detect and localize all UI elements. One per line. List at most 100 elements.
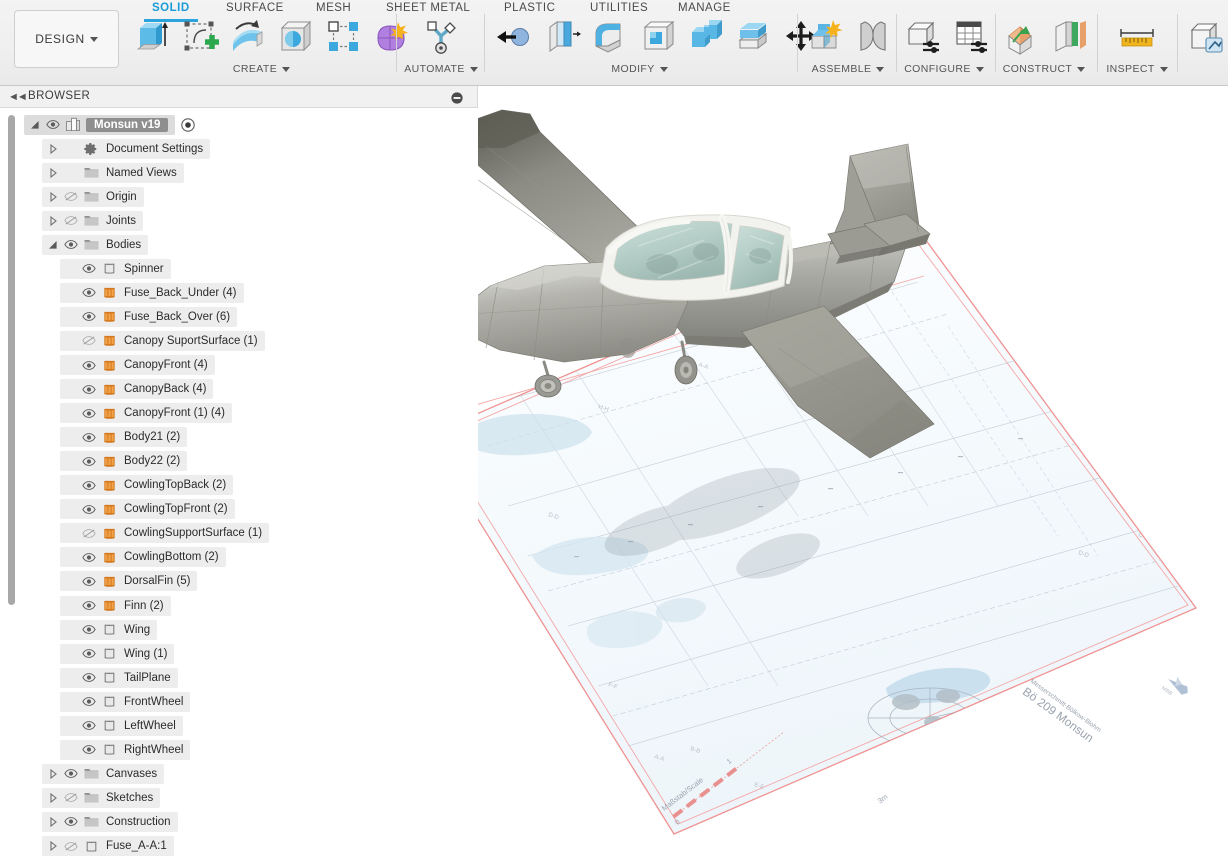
eye-visible-icon[interactable]	[79, 355, 99, 375]
tree-item-fuse-back-over-6[interactable]: Fuse_Back_Over (6)	[60, 306, 238, 327]
chevron-right-icon[interactable]	[45, 836, 61, 856]
eye-visible-icon[interactable]	[79, 307, 99, 327]
minimize-icon[interactable]	[451, 91, 463, 104]
tree-item-row[interactable]: LeftWheel	[60, 715, 183, 736]
eye-visible-icon[interactable]	[61, 812, 81, 832]
tree-item-row[interactable]: Body21 (2)	[60, 427, 188, 448]
workspace-switcher[interactable]: DESIGN	[14, 10, 119, 68]
chevron-down-icon[interactable]	[27, 115, 43, 135]
fillet-icon[interactable]	[588, 16, 632, 60]
eye-visible-icon[interactable]	[79, 379, 99, 399]
tree-item-row[interactable]: Sketches	[42, 787, 161, 808]
eye-hidden-icon[interactable]	[61, 187, 81, 207]
group-title-modify[interactable]: MODIFY	[492, 63, 787, 75]
activate-component-radio[interactable]	[181, 117, 196, 132]
eye-visible-icon[interactable]	[79, 692, 99, 712]
tree-item-row[interactable]: CowlingBottom (2)	[60, 547, 226, 568]
tree-item-row[interactable]: Canvases	[42, 763, 165, 784]
3d-viewport[interactable]: A-A B-B C-C D-D E-E F-F G H-H A-A B-B E-…	[478, 86, 1228, 867]
press-pull-icon[interactable]	[492, 16, 536, 60]
browser-tree[interactable]: Monsun v19 Document Settings Named Views Or…	[0, 110, 478, 867]
tree-item-row[interactable]: CanopyBack (4)	[60, 379, 214, 400]
eye-visible-icon[interactable]	[79, 475, 99, 495]
tree-item-row[interactable]: RightWheel	[60, 739, 191, 760]
chevron-right-icon[interactable]	[45, 211, 61, 231]
empennage[interactable]	[827, 143, 931, 264]
tree-item-row[interactable]: CanopyFront (4)	[60, 355, 215, 375]
tree-item-canopyfront-1-4[interactable]: CanopyFront (1) (4)	[60, 403, 232, 424]
collapse-arrows-icon[interactable]: ◄◄	[8, 91, 28, 103]
browser-scrollbar[interactable]	[8, 115, 15, 605]
tree-item-row[interactable]: Spinner	[60, 258, 171, 279]
configuration-icon[interactable]	[901, 16, 945, 60]
tree-item-monsun-v19[interactable]: Monsun v19	[24, 114, 196, 135]
chevron-right-icon[interactable]	[45, 139, 61, 159]
eye-visible-icon[interactable]	[79, 716, 99, 736]
offset-face-icon[interactable]	[540, 16, 584, 60]
tree-item-row[interactable]: CowlingTopFront (2)	[60, 499, 235, 520]
hole-icon[interactable]	[274, 16, 318, 60]
tree-item-canvases[interactable]: Canvases	[42, 763, 165, 784]
eye-visible-icon[interactable]	[79, 499, 99, 519]
tree-item-row[interactable]: Canopy SuportSurface (1)	[60, 330, 265, 351]
create-sketch-icon[interactable]	[178, 16, 222, 60]
split-face-icon[interactable]	[732, 16, 776, 60]
tab-plastic[interactable]: PLASTIC	[504, 2, 555, 14]
tree-item-row[interactable]: Bodies	[42, 234, 149, 255]
tree-item-row[interactable]: Finn (2)	[60, 595, 171, 616]
group-title-configure[interactable]: CONFIGURE	[901, 63, 987, 75]
extrude-icon[interactable]	[130, 16, 174, 60]
tree-item-finn-2[interactable]: Finn (2)	[60, 595, 171, 616]
tab-sheet-metal[interactable]: SHEET METAL	[386, 2, 470, 14]
tree-item-row[interactable]: CowlingTopBack (2)	[60, 475, 234, 496]
tree-item-row[interactable]: Wing (1)	[60, 643, 175, 664]
chevron-right-icon[interactable]	[45, 163, 61, 183]
eye-hidden-icon[interactable]	[79, 331, 99, 351]
right-wheel[interactable]	[674, 355, 698, 385]
eye-visible-icon[interactable]	[79, 283, 99, 303]
tree-item-row[interactable]: Joints	[42, 210, 144, 231]
eye-visible-icon[interactable]	[79, 259, 99, 279]
left-wheel[interactable]	[620, 338, 636, 358]
tree-item-row[interactable]: Origin	[42, 186, 144, 207]
tree-item-document-settings[interactable]: Document Settings	[42, 138, 211, 159]
tree-item-frontwheel[interactable]: FrontWheel	[60, 691, 191, 712]
tree-item-row[interactable]: DorsalFin (5)	[60, 571, 198, 592]
eye-visible-icon[interactable]	[79, 427, 99, 447]
eye-visible-icon[interactable]	[79, 403, 99, 423]
tree-item-canopyback-4[interactable]: CanopyBack (4)	[60, 379, 214, 400]
eye-visible-icon[interactable]	[79, 740, 99, 760]
revolve-icon[interactable]	[226, 16, 270, 60]
tree-item-row[interactable]: Fuse_Back_Under (4)	[60, 282, 244, 303]
eye-visible-icon[interactable]	[79, 571, 99, 591]
group-title-assemble[interactable]: ASSEMBLE	[803, 63, 893, 75]
tree-item-sketches[interactable]: Sketches	[42, 787, 161, 808]
chevron-right-icon[interactable]	[45, 812, 61, 832]
measure-icon[interactable]	[1115, 16, 1159, 60]
automate-icon[interactable]	[419, 16, 463, 60]
eye-visible-icon[interactable]	[79, 668, 99, 688]
front-wheel[interactable]	[534, 374, 562, 398]
tree-item-wing-1[interactable]: Wing (1)	[60, 643, 175, 664]
tree-item-row[interactable]: Fuse_A-A:1	[42, 836, 174, 856]
tree-item-row[interactable]: Construction	[42, 811, 178, 832]
tree-item-cowlingtopfront-2[interactable]: CowlingTopFront (2)	[60, 499, 235, 520]
tree-item-rightwheel[interactable]: RightWheel	[60, 739, 191, 760]
tab-solid[interactable]: SOLID	[144, 2, 198, 22]
group-title-construct[interactable]: CONSTRUCT	[1000, 63, 1088, 75]
eye-visible-icon[interactable]	[79, 547, 99, 567]
tree-item-canopyfront-4[interactable]: CanopyFront (4)	[60, 355, 215, 376]
tree-item-body22-2[interactable]: Body22 (2)	[60, 451, 188, 472]
tree-item-row[interactable]: FrontWheel	[60, 691, 191, 712]
tab-utilities[interactable]: UTILITIES	[590, 2, 648, 14]
shell-icon[interactable]	[636, 16, 680, 60]
eye-hidden-icon[interactable]	[61, 211, 81, 231]
tree-item-named-views[interactable]: Named Views	[42, 162, 184, 183]
tree-item-cowlingtopback-2[interactable]: CowlingTopBack (2)	[60, 475, 234, 496]
tab-surface[interactable]: SURFACE	[226, 2, 284, 14]
tree-item-row[interactable]: Wing	[60, 619, 158, 640]
tree-item-row[interactable]: CanopyFront (1) (4)	[60, 403, 232, 424]
chevron-right-icon[interactable]	[45, 187, 61, 207]
eye-hidden-icon[interactable]	[79, 523, 99, 543]
tree-item-row[interactable]: CowlingSupportSurface (1)	[60, 523, 270, 544]
